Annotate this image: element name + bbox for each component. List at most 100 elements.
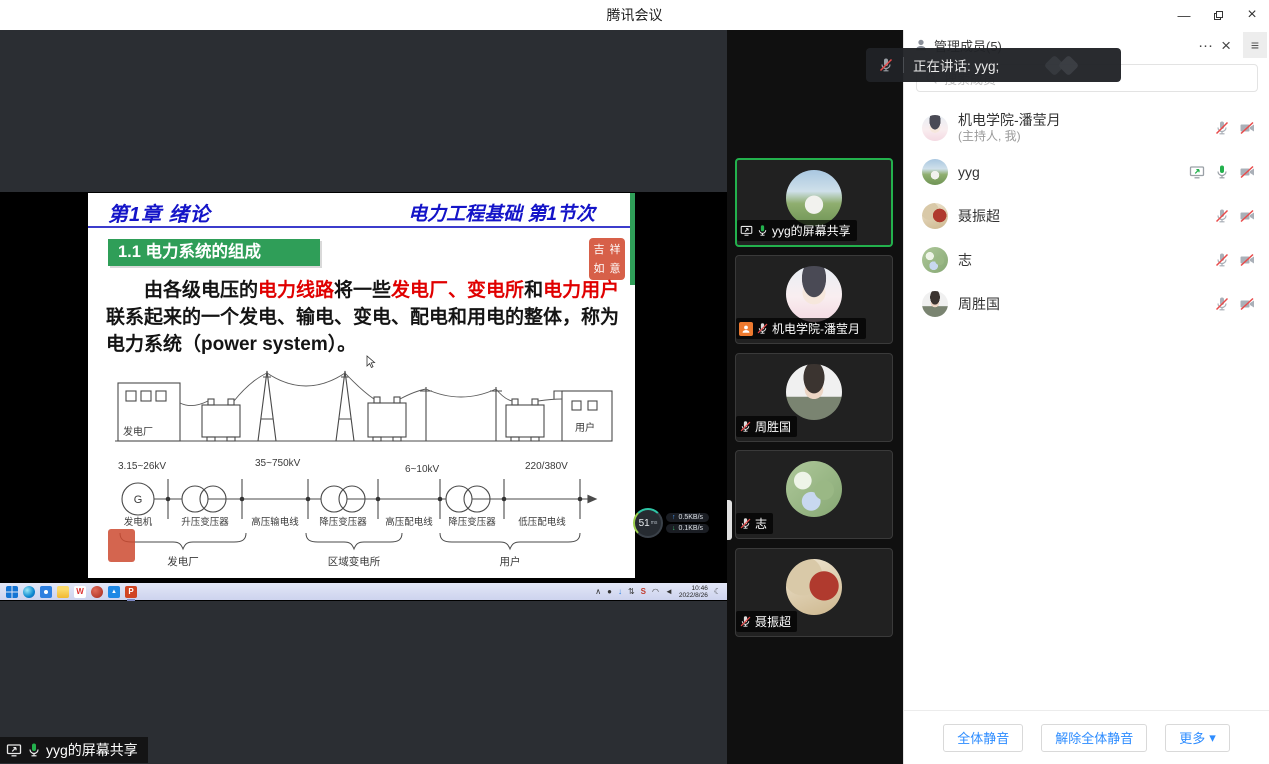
member-row-zhi[interactable]: 志 (904, 238, 1269, 282)
windows-start-icon[interactable] (6, 586, 18, 598)
tray-qq-icon[interactable]: ● (607, 588, 612, 596)
member-row-zhou[interactable]: 周胜国 (904, 282, 1269, 326)
wps-icon[interactable]: W (74, 586, 86, 598)
member-row-pan[interactable]: 机电学院-潘莹月 (主持人, 我) (904, 106, 1269, 150)
video-tile-pan[interactable]: 机电学院-潘莹月 (735, 255, 893, 344)
presentation-slide: 第1章 绪论 电力工程基础 第1节次 1.1 电力系统的组成 吉祥如意 由各级电… (88, 193, 635, 578)
share-badge-label: yyg的屏幕共享 (46, 740, 138, 760)
member-status-icons (1214, 296, 1255, 312)
mic-muted-icon (739, 420, 752, 433)
member-name: yyg (958, 164, 980, 181)
more-button[interactable]: 更多▾ (1165, 724, 1230, 752)
window-title: 腾讯会议 (0, 0, 1269, 30)
mic-on-icon (756, 224, 769, 237)
mute-all-button[interactable]: 全体静音 (943, 724, 1023, 752)
highlighted-term: 电力线路 (258, 280, 334, 301)
component-label: 降压变压器 (448, 516, 496, 528)
avatar (786, 266, 842, 322)
tray-wifi-icon[interactable]: ◠ (652, 588, 659, 596)
taskbar-clock[interactable]: 10:462022/8/26 (679, 585, 708, 599)
avatar (786, 170, 842, 226)
seal-char: 吉 (594, 244, 605, 256)
camera-off-icon[interactable] (1239, 120, 1255, 136)
host-badge-icon (739, 322, 753, 336)
title-bar: 腾讯会议 — × (0, 0, 1269, 30)
camera-off-icon[interactable] (1239, 296, 1255, 312)
close-panel-icon[interactable]: × (1221, 37, 1231, 54)
video-tile-zhou[interactable]: 周胜国 (735, 353, 893, 442)
group-label: 区域变电所 (328, 555, 381, 568)
file-explorer-icon[interactable] (57, 586, 69, 598)
member-status-icons (1214, 120, 1255, 136)
shared-desktop: 第1章 绪论 电力工程基础 第1节次 1.1 电力系统的组成 吉祥如意 由各级电… (0, 192, 727, 601)
windows-taskbar: W ▲ P ∧ ● ↓ ⇅ S ◠ ◄ 10:462022/8/26 ☾ (0, 583, 727, 600)
upload-value: 0.5KB/s (679, 514, 704, 521)
member-name: 志 (958, 252, 972, 269)
camera-off-icon[interactable] (1239, 164, 1255, 180)
tile-label: 周胜国 (755, 418, 791, 435)
camera-off-icon[interactable] (1239, 208, 1255, 224)
night-mode-icon[interactable]: ☾ (714, 588, 721, 596)
avatar (786, 559, 842, 615)
member-row-nie[interactable]: 聂振超 (904, 194, 1269, 238)
paragraph-text: 将一些 (334, 280, 391, 301)
slide-paragraph: 由各级电压的电力线路将一些发电厂、变电所和电力用户联系起来的一个发电、输电、变电… (106, 277, 622, 358)
tray-volume-icon[interactable]: ◄ (665, 588, 673, 596)
mic-on-icon (26, 742, 42, 758)
tray-updown-icon[interactable]: ⇅ (628, 588, 635, 596)
avatar (922, 159, 948, 185)
video-tile-zhi[interactable]: 志 (735, 450, 893, 539)
speed-pills: ↑0.5KB/s ↓0.1KB/s (666, 513, 709, 533)
component-label: 降压变压器 (319, 516, 367, 528)
component-label: 低压配电线 (518, 516, 566, 528)
restore-button[interactable] (1201, 0, 1235, 30)
diagram-plant-label: 发电厂 (123, 425, 153, 438)
powerpoint-icon[interactable]: P (125, 586, 137, 598)
mic-muted-icon (739, 517, 752, 530)
app-icon-blue[interactable]: ▲ (108, 586, 120, 598)
caret-down-icon: ▾ (1209, 730, 1216, 746)
member-row-yyg[interactable]: yyg (904, 150, 1269, 194)
component-label: 高压输电线 (251, 516, 299, 528)
clock-time: 10:46 (692, 585, 708, 592)
close-button[interactable]: × (1235, 0, 1269, 30)
minimize-button[interactable]: — (1167, 0, 1201, 30)
tray-chevron-icon[interactable]: ∧ (595, 588, 601, 596)
speaking-toast: 正在讲话: yyg; (866, 48, 1121, 82)
app-icon-red[interactable] (91, 586, 103, 598)
panel-menu-icon[interactable]: ≡ (1243, 32, 1267, 58)
avatar (922, 291, 948, 317)
upload-arrow-icon: ↑ (672, 514, 676, 521)
group-label: 发电厂 (167, 555, 199, 568)
taskbar-tray: ∧ ● ↓ ⇅ S ◠ ◄ 10:462022/8/26 ☾ (595, 585, 727, 599)
power-system-diagram: 发电厂 用户 3.15~26kV 35~750kV 6~10kV 220/380… (110, 359, 615, 573)
strip-collapse-handle[interactable] (727, 500, 732, 540)
video-tile-nie[interactable]: 聂振超 (735, 548, 893, 637)
screen-share-icon[interactable] (1189, 164, 1205, 180)
group-label: 用户 (500, 555, 521, 568)
member-name: 周胜国 (958, 296, 1000, 313)
paragraph-text: 联系起来的一个发电、输电、变电、配电和用电的整体，称为电力系统（power sy… (106, 307, 619, 355)
more-options-icon[interactable]: ··· (1198, 38, 1213, 53)
mic-on-icon[interactable] (1214, 164, 1230, 180)
edge-browser-icon[interactable] (23, 586, 35, 598)
avatar (786, 461, 842, 517)
mic-muted-icon[interactable] (1214, 208, 1230, 224)
network-monitor-widget[interactable]: 51ms ↑0.5KB/s ↓0.1KB/s (633, 508, 709, 538)
unmute-all-button[interactable]: 解除全体静音 (1041, 724, 1147, 752)
mic-muted-icon[interactable] (1214, 252, 1230, 268)
camera-off-icon[interactable] (1239, 252, 1255, 268)
screen-share-icon (740, 224, 753, 237)
video-tile-yyg[interactable]: yyg的屏幕共享 (735, 158, 893, 247)
mouse-cursor (366, 355, 376, 369)
mic-muted-icon[interactable] (1214, 120, 1230, 136)
avatar (786, 364, 842, 420)
tray-sogou-icon[interactable]: S (641, 588, 646, 596)
avatar (922, 115, 948, 141)
mic-muted-icon[interactable] (1214, 296, 1230, 312)
paragraph-text: 和 (524, 280, 543, 301)
seal-char: 祥 (610, 244, 621, 256)
member-name: 聂振超 (958, 208, 1000, 225)
app-icon[interactable] (40, 586, 52, 598)
tray-download-icon[interactable]: ↓ (618, 588, 622, 596)
